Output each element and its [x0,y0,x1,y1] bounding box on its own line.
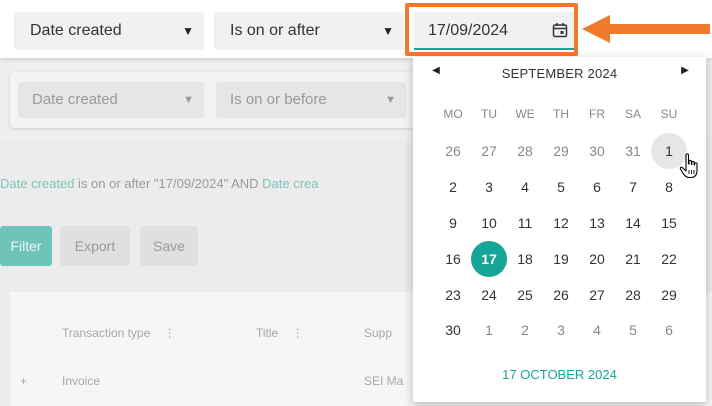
calendar-day[interactable]: 28 [507,133,543,169]
next-month-button[interactable]: ▶ [678,65,692,76]
weekday-label: FR [589,107,605,121]
filter-row-2: Date created ▼ Is on or before ▼ [10,72,420,128]
calendar-day[interactable]: 13 [579,205,615,241]
chevron-down-icon: ▼ [183,94,194,106]
filter-description-text: is on or after "17/09/2024" AND [74,176,263,191]
calendar-day[interactable]: 12 [543,205,579,241]
calendar-day[interactable]: 29 [651,277,687,313]
calendar-day[interactable]: 22 [651,241,687,277]
calendar-day[interactable]: 23 [435,277,471,313]
hand-cursor-icon [679,153,698,179]
filter-field-label: Date created [30,22,122,39]
month-label: SEPTEMBER 2024 [501,66,618,81]
calendar-day[interactable]: 17 [471,241,507,277]
export-button: Export [60,226,130,266]
filter-field-link: Date created [0,176,75,191]
filter-2-operator-select: Is on or before ▼ [216,82,406,118]
date-input-value: 17/09/2024 [428,22,509,39]
calendar-day[interactable]: 2 [507,312,543,348]
next-date-link[interactable]: 17 OCTOBER 2024 [413,367,706,382]
chevron-down-icon: ▼ [385,94,396,106]
weekday-label: SA [624,107,641,121]
calendar-day[interactable]: 7 [615,169,651,205]
table-cell-type: Invoice [62,374,101,388]
filter-button: Filter [0,226,52,266]
calendar-day[interactable]: 26 [543,277,579,313]
date-input[interactable]: 17/09/2024 [414,12,574,50]
calendar-day[interactable]: 16 [435,241,471,277]
calendar-day[interactable]: 27 [579,277,615,313]
weekday-label: SU [660,107,678,121]
calendar-day[interactable]: 3 [543,312,579,348]
save-button: Save [140,226,198,266]
calendar-day[interactable]: 30 [435,312,471,348]
column-header-transaction-type: Transaction type ⋮ [62,326,176,340]
calendar-day[interactable]: 14 [615,205,651,241]
chevron-down-icon: ▼ [382,24,394,38]
filter-operator-label: Is on or after [230,22,320,39]
calendar-day[interactable]: 6 [579,169,615,205]
calendar-day[interactable]: 6 [651,312,687,348]
filter-description: Date created is on or after "17/09/2024"… [0,176,319,191]
column-header-supplier: Supp [364,326,393,340]
calendar-day[interactable]: 21 [615,241,651,277]
filter-operator-select[interactable]: Is on or after ▼ [214,12,404,50]
datepicker-popup: ◀ SEPTEMBER 2024 ▶ MO TU WE TH FR SA SU 26 27 28… [413,57,706,402]
calendar-day[interactable]: 2 [435,169,471,205]
calendar-day[interactable]: 3 [471,169,507,205]
weekday-label: WE [515,107,535,121]
calendar-day[interactable]: 5 [543,169,579,205]
calendar-day[interactable]: 19 [543,241,579,277]
calendar-day[interactable]: 30 [579,133,615,169]
calendar-day[interactable]: 5 [615,312,651,348]
calendar-day[interactable]: 31 [615,133,651,169]
calendar-day[interactable]: 20 [579,241,615,277]
calendar-day[interactable]: 27 [471,133,507,169]
calendar-day[interactable]: 11 [507,205,543,241]
arrow-icon [582,15,710,43]
calendar-day[interactable]: 9 [435,205,471,241]
calendar-icon[interactable] [552,22,568,38]
filter-field-link-2: Date crea [262,176,319,191]
chevron-down-icon: ▼ [182,24,194,38]
filter-2-field-label: Date created [32,91,118,108]
filter-2-operator-label: Is on or before [230,91,327,108]
calendar-day[interactable]: 4 [507,169,543,205]
table-cell-supplier: SEI Ma [364,374,404,388]
calendar-day[interactable]: 25 [507,277,543,313]
calendar-day[interactable]: 10 [471,205,507,241]
weekday-label: TH [553,107,569,121]
calendar-day[interactable]: 4 [579,312,615,348]
calendar-day[interactable]: 26 [435,133,471,169]
calendar-day[interactable]: 18 [507,241,543,277]
calendar-day[interactable]: 29 [543,133,579,169]
datepicker-header: ◀ SEPTEMBER 2024 ▶ [413,57,706,91]
expand-row-icon: + [20,374,28,388]
filter-2-field-select: Date created ▼ [18,82,204,118]
calendar-day[interactable]: 24 [471,277,507,313]
weekday-label: TU [481,107,497,121]
filter-field-select[interactable]: Date created ▼ [14,12,204,50]
weekday-label: MO [443,107,463,121]
calendar-day[interactable]: 1 [471,312,507,348]
calendar-day[interactable]: 15 [651,205,687,241]
calendar-day[interactable]: 28 [615,277,651,313]
column-header-title: Title ⋮ [256,326,304,340]
